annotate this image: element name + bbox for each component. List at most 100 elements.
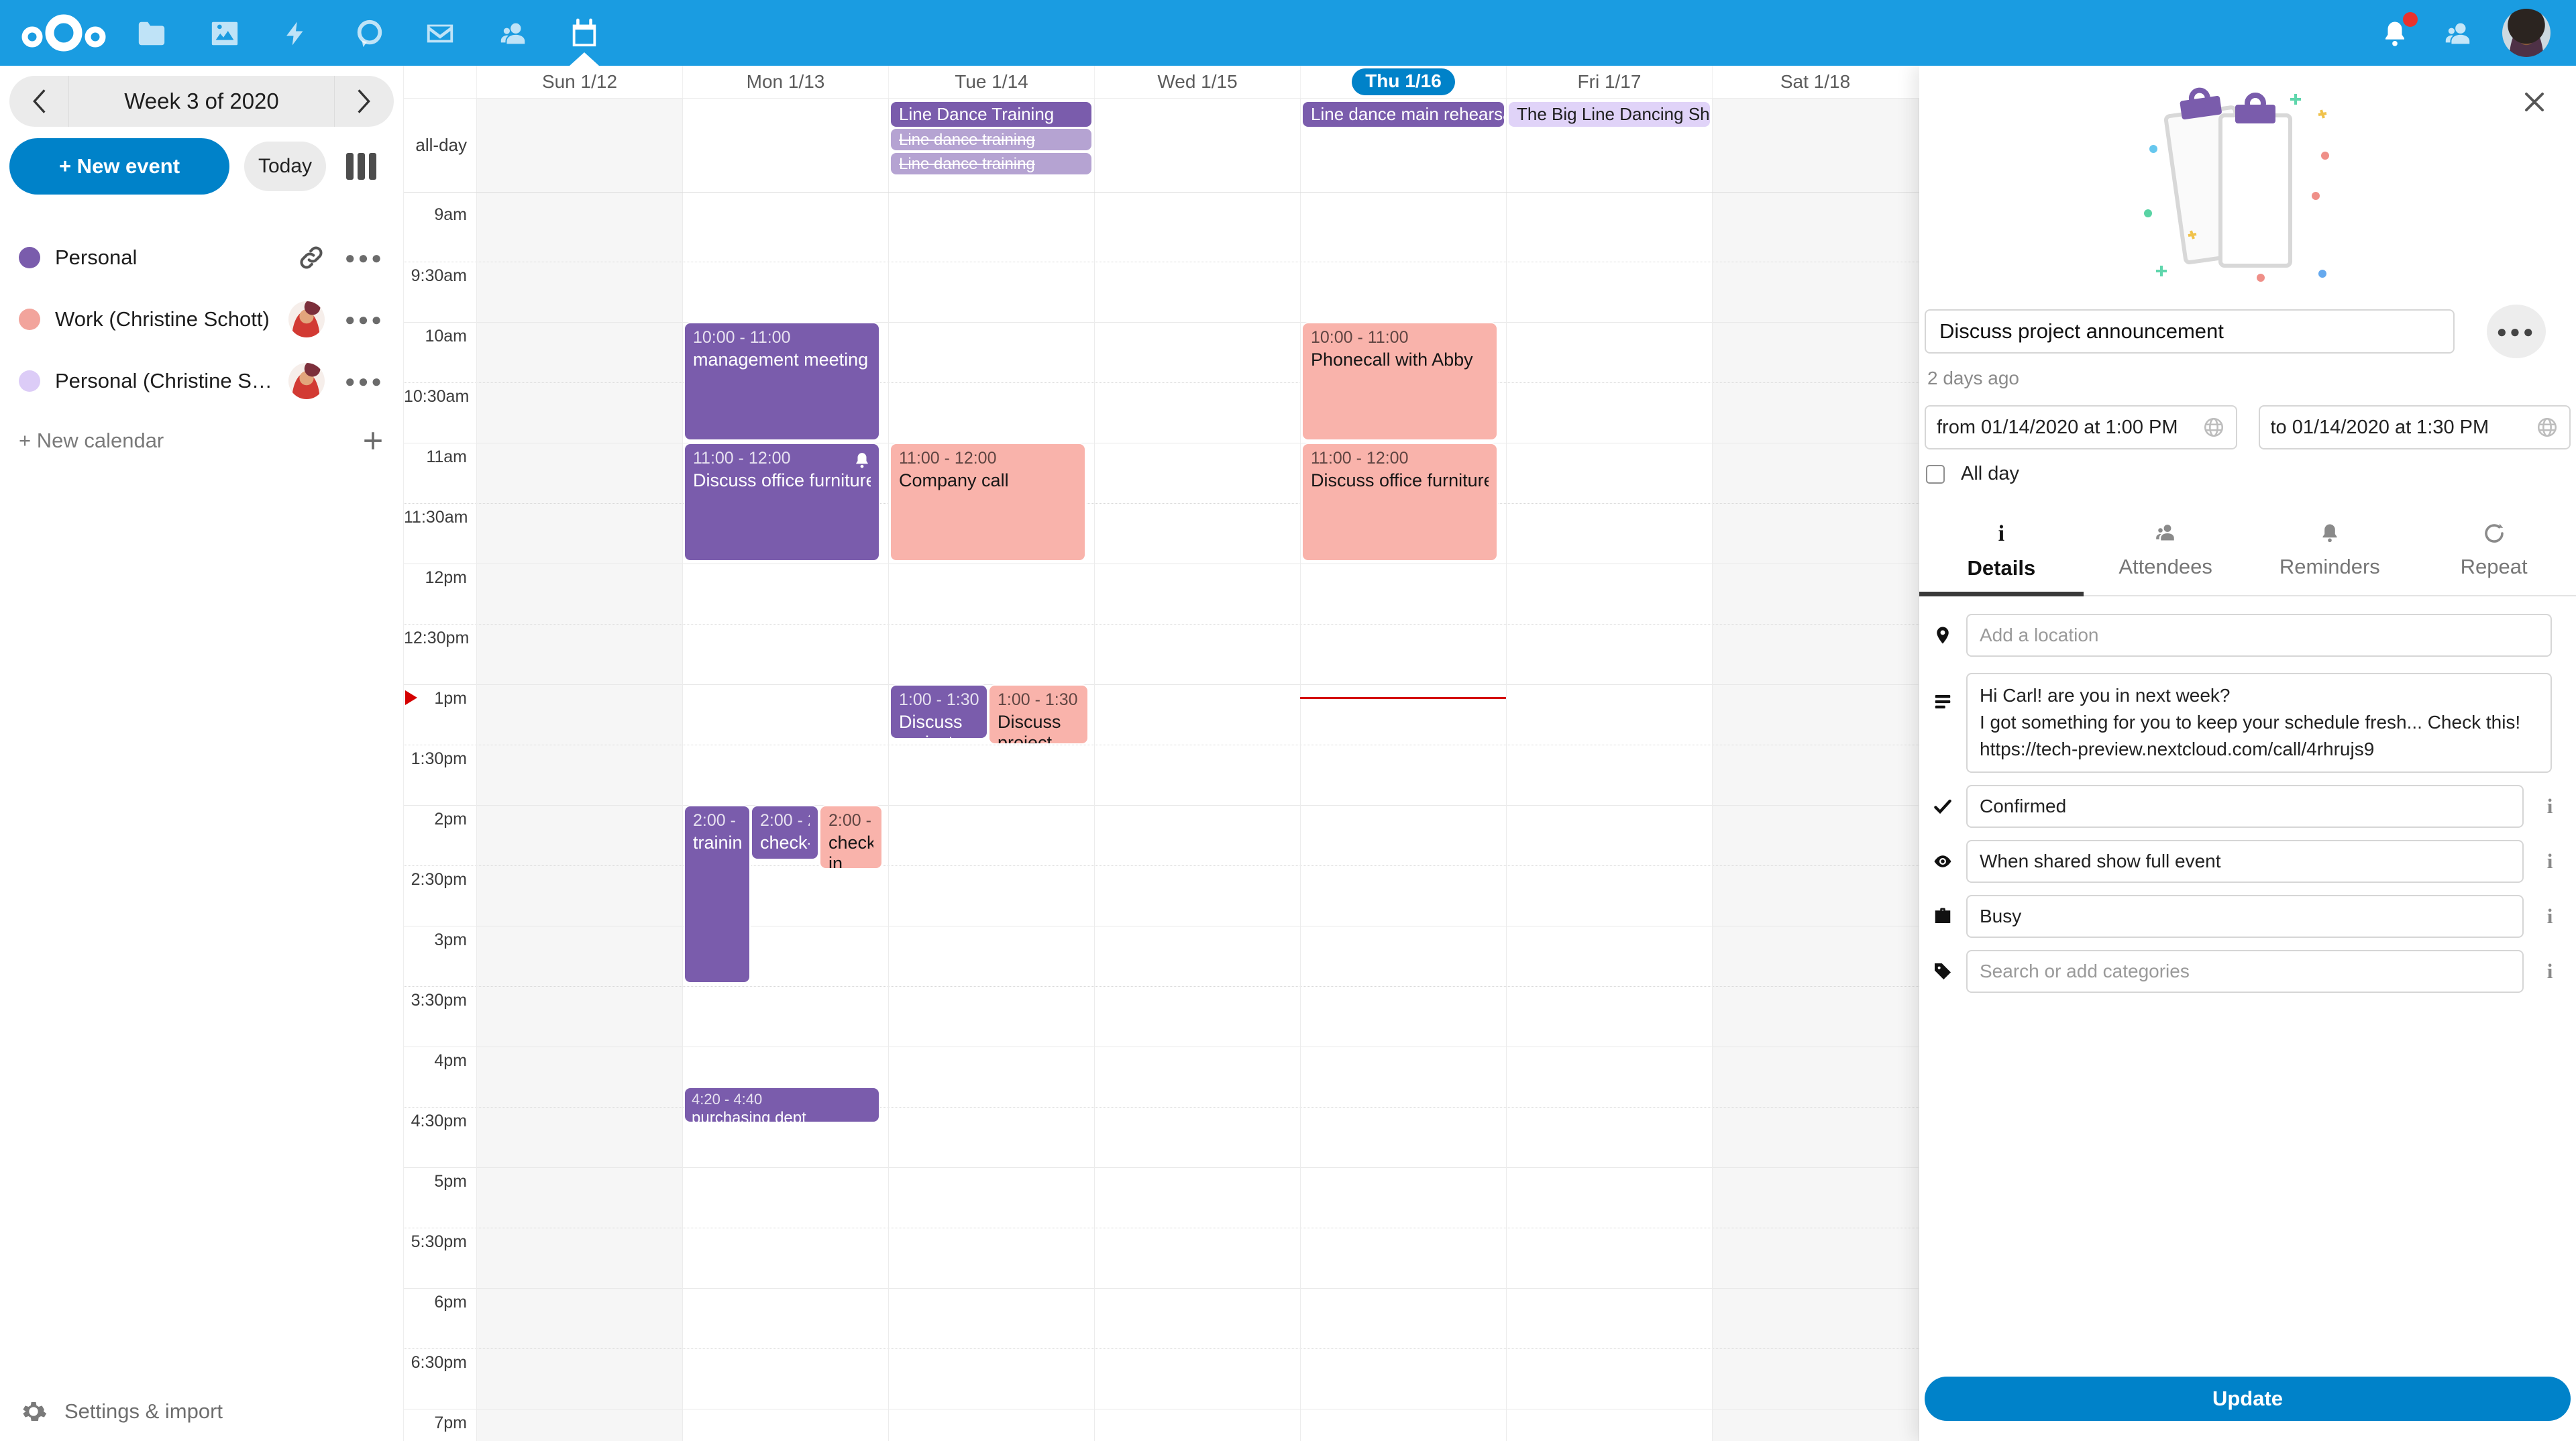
status-info-icon[interactable]: i — [2524, 794, 2576, 818]
event-check-in-purple[interactable]: 2:00 - 2:30check-in — [751, 805, 819, 860]
location-pin-icon — [1919, 623, 1966, 648]
event-check-in-salmon[interactable]: 2:00 - 2:30check-in — [819, 805, 883, 869]
talk-app-icon[interactable] — [352, 16, 387, 51]
notification-dot — [2403, 12, 2418, 27]
new-calendar-button[interactable]: + New calendar — [0, 412, 403, 470]
event-discuss-project[interactable]: 1:00 - 1:30Discuss project — [988, 684, 1089, 745]
freebusy-briefcase-icon — [1919, 906, 1966, 926]
calendar-app-icon[interactable] — [567, 16, 602, 51]
event-actions-menu-button[interactable]: ●●● — [2487, 305, 2546, 358]
settings-import-button[interactable]: Settings & import — [20, 1398, 223, 1425]
time-label: 4pm — [404, 1051, 476, 1071]
close-icon[interactable] — [2516, 83, 2553, 121]
week-view-icon[interactable] — [341, 146, 381, 186]
files-app-icon[interactable] — [134, 16, 169, 51]
description-textarea[interactable]: Hi Carl! are you in next week? I got som… — [1980, 682, 2538, 760]
status-select[interactable] — [1980, 796, 2510, 817]
contacts-app-icon[interactable] — [496, 16, 531, 51]
all-day-label: all-day — [404, 135, 476, 156]
contacts-menu-icon[interactable] — [2440, 16, 2475, 51]
allday-event[interactable]: Line dance main rehearsal — [1303, 102, 1504, 127]
categories-info-icon[interactable]: i — [2524, 959, 2576, 983]
nextcloud-logo[interactable] — [20, 11, 107, 54]
time-grid[interactable]: 9am 9:30am 10am 10:30am 11am 11:30am 12p… — [404, 193, 1919, 1441]
user-avatar[interactable] — [2502, 9, 2551, 57]
event-discuss-office-furniture-thu[interactable]: 11:00 - 12:00Discuss office furniture — [1301, 443, 1498, 562]
location-input[interactable] — [1980, 625, 2538, 646]
tab-repeat[interactable]: Repeat — [2412, 515, 2576, 595]
freebusy-select[interactable] — [1980, 906, 2510, 927]
calendar-menu-icon[interactable]: ●●● — [345, 309, 384, 330]
calendar-name: Personal (Christine Schott) — [55, 369, 276, 393]
calendar-item-work-christine[interactable]: Work (Christine Schott) ●●● — [0, 288, 403, 350]
calendar-color-dot — [19, 247, 40, 268]
allday-event-cancelled[interactable]: Line dance training — [891, 153, 1091, 174]
time-label: 4:30pm — [404, 1112, 476, 1131]
allday-event-cancelled[interactable]: Line dance training — [891, 129, 1091, 150]
active-app-indicator — [570, 52, 599, 66]
calendar-menu-icon[interactable]: ●●● — [345, 371, 384, 392]
timezone-globe-icon[interactable] — [2536, 416, 2559, 439]
time-label: 1:30pm — [404, 749, 476, 769]
tab-reminders[interactable]: Reminders — [2248, 515, 2412, 595]
week-label[interactable]: Week 3 of 2020 — [68, 76, 335, 127]
event-discuss-project-announcement[interactable]: 1:00 - 1:30Discuss project announcement — [890, 684, 988, 739]
day-header-tue[interactable]: Tue 1/14 — [888, 66, 1094, 98]
calendar-week-view: Sun 1/12 Mon 1/13 Tue 1/14 Wed 1/15 Thu … — [404, 66, 1919, 1441]
allday-event[interactable]: The Big Line Dancing Show — [1509, 102, 1710, 127]
calendar-name: Personal — [55, 246, 276, 270]
event-purchasing-dept[interactable]: 4:20 - 4:40purchasing dept — [684, 1087, 880, 1123]
event-company-call[interactable]: 11:00 - 12:00Company call — [890, 443, 1086, 562]
day-header-sun[interactable]: Sun 1/12 — [476, 66, 682, 98]
info-icon: i — [1998, 521, 2004, 547]
day-header-sat[interactable]: Sat 1/18 — [1712, 66, 1918, 98]
reminder-bell-icon — [853, 451, 871, 470]
time-label: 10:30am — [404, 387, 476, 407]
event-management-meeting[interactable]: 10:00 - 11:00management meeting — [684, 322, 880, 441]
visibility-info-icon[interactable]: i — [2524, 849, 2576, 873]
start-datetime-input[interactable] — [1937, 417, 2202, 439]
event-title-input[interactable] — [1925, 309, 2455, 354]
day-header-thu-today[interactable]: Thu 1/16 — [1300, 66, 1506, 98]
time-label: 6pm — [404, 1293, 476, 1312]
day-header-wed[interactable]: Wed 1/15 — [1094, 66, 1300, 98]
activity-app-icon[interactable] — [278, 16, 313, 51]
categories-input[interactable] — [1980, 961, 2510, 982]
calendar-item-personal[interactable]: Personal ●●● — [0, 227, 403, 288]
allday-event[interactable]: Line Dance Training — [891, 102, 1091, 127]
calendar-item-personal-christine[interactable]: Personal (Christine Schott) ●●● — [0, 350, 403, 412]
time-label: 9:30am — [404, 266, 476, 286]
day-header-mon[interactable]: Mon 1/13 — [682, 66, 888, 98]
day-header-fri[interactable]: Fri 1/17 — [1506, 66, 1712, 98]
time-label: 3:30pm — [404, 991, 476, 1010]
new-calendar-label: + New calendar — [19, 429, 164, 453]
notifications-bell-icon[interactable] — [2377, 16, 2412, 51]
all-day-checkbox[interactable] — [1926, 465, 1945, 484]
today-button[interactable]: Today — [244, 142, 326, 191]
photos-app-icon[interactable] — [207, 16, 242, 51]
time-label: 5:30pm — [404, 1232, 476, 1252]
event-discuss-office-furniture-mon[interactable]: 11:00 - 12:00Discuss office furniture — [684, 443, 880, 562]
start-datetime-field[interactable] — [1925, 405, 2237, 449]
end-datetime-input[interactable] — [2271, 417, 2536, 439]
tab-attendees[interactable]: Attendees — [2084, 515, 2248, 595]
new-event-button[interactable]: + New event — [9, 138, 229, 195]
visibility-select[interactable] — [1980, 851, 2510, 872]
timezone-globe-icon[interactable] — [2202, 416, 2225, 439]
calendar-menu-icon[interactable]: ●●● — [345, 248, 384, 268]
time-label: 12pm — [404, 568, 476, 588]
tab-details[interactable]: i Details — [1919, 515, 2084, 595]
editor-tabs: i Details Attendees Reminders Repeat — [1919, 515, 2576, 596]
calendar-list: Personal ●●● Work (Christine Schott) ●●●… — [0, 227, 403, 470]
event-training[interactable]: 2:00 - 3:30training — [684, 805, 751, 983]
time-label: 2:30pm — [404, 870, 476, 890]
event-phonecall-with-abby[interactable]: 10:00 - 11:00Phonecall with Abby — [1301, 322, 1498, 441]
end-datetime-field[interactable] — [2259, 405, 2571, 449]
freebusy-info-icon[interactable]: i — [2524, 904, 2576, 928]
share-link-icon[interactable] — [298, 244, 325, 271]
next-week-button[interactable] — [335, 76, 394, 127]
update-button[interactable]: Update — [1925, 1377, 2571, 1421]
mail-app-icon[interactable] — [423, 16, 458, 51]
time-label: 11am — [404, 447, 476, 467]
previous-week-button[interactable] — [9, 76, 68, 127]
